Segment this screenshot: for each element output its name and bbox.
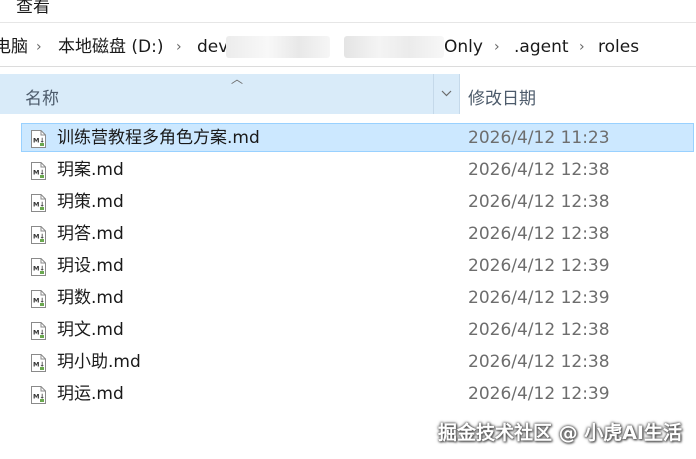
breadcrumb-local-disk[interactable]: 本地磁盘 (D:): [58, 37, 164, 57]
file-modified-date: 2026/4/12 12:39: [468, 384, 610, 404]
breadcrumb-only[interactable]: Only: [444, 37, 483, 57]
chevron-right-icon[interactable]: ›: [579, 37, 585, 57]
file-modified-date: 2026/4/12 12:38: [468, 224, 610, 244]
file-modified-date: 2026/4/12 12:39: [468, 256, 610, 276]
address-bar[interactable]: 电脑 › 本地磁盘 (D:) › dev Only › .agent › rol…: [0, 28, 696, 67]
file-row[interactable]: M↓ 玥答.md 2026/4/12 12:38: [0, 218, 696, 250]
file-modified-date: 2026/4/12 12:38: [468, 320, 610, 340]
column-header-row: 名称 ︿ 修改日期: [0, 72, 696, 114]
file-name: 玥答.md: [57, 224, 124, 244]
file-row[interactable]: M↓ 玥策.md 2026/4/12 12:38: [0, 186, 696, 218]
file-name: 玥文.md: [57, 320, 124, 340]
redacted-region: [344, 36, 444, 58]
sort-ascending-icon: ︿: [231, 72, 244, 86]
breadcrumb-agent[interactable]: .agent: [514, 37, 569, 57]
watermark: 掘金技术社区 @ 小虎AI生活: [437, 422, 682, 444]
markdown-file-icon: M↓: [31, 162, 46, 180]
menu-bar: 查看: [0, 0, 696, 23]
file-name: 玥数.md: [57, 288, 124, 308]
column-header-date-label: 修改日期: [468, 89, 536, 109]
column-header-name[interactable]: 名称 ︿: [0, 72, 460, 114]
chevron-right-icon[interactable]: ›: [494, 37, 500, 57]
markdown-file-icon: M↓: [31, 386, 46, 404]
breadcrumb-dev[interactable]: dev: [197, 37, 228, 57]
file-explorer-window: 查看 电脑 › 本地磁盘 (D:) › dev Only › .agent › …: [0, 0, 696, 459]
file-name: 训练营教程多角色方案.md: [57, 128, 260, 148]
markdown-file-icon: M↓: [31, 226, 46, 244]
chevron-down-icon: [441, 90, 452, 97]
breadcrumb-computer[interactable]: 电脑: [0, 37, 28, 57]
file-row[interactable]: M↓ 玥小助.md 2026/4/12 12:38: [0, 346, 696, 378]
chevron-right-icon[interactable]: ›: [36, 37, 42, 57]
file-row[interactable]: M↓ 玥文.md 2026/4/12 12:38: [0, 314, 696, 346]
file-list: M↓ 训练营教程多角色方案.md 2026/4/12 11:23 M↓ 玥案.md 202…: [0, 122, 696, 410]
markdown-file-icon: M↓: [31, 290, 46, 308]
file-name: 玥案.md: [57, 160, 124, 180]
menu-item-view[interactable]: 查看: [16, 0, 50, 17]
file-row[interactable]: M↓ 玥数.md 2026/4/12 12:39: [0, 282, 696, 314]
column-header-name-label: 名称: [25, 89, 59, 109]
column-filter-dropdown[interactable]: [433, 74, 459, 114]
file-modified-date: 2026/4/12 12:39: [468, 288, 610, 308]
file-modified-date: 2026/4/12 11:23: [468, 128, 610, 148]
markdown-file-icon: M↓: [31, 322, 46, 340]
file-modified-date: 2026/4/12 12:38: [468, 352, 610, 372]
column-header-date[interactable]: 修改日期: [460, 74, 696, 114]
redacted-region: [226, 36, 330, 58]
markdown-file-icon: M↓: [31, 194, 46, 212]
file-name: 玥小助.md: [57, 352, 141, 372]
breadcrumb-roles[interactable]: roles: [598, 37, 639, 57]
file-row[interactable]: M↓ 玥案.md 2026/4/12 12:38: [0, 154, 696, 186]
markdown-file-icon: M↓: [31, 354, 46, 372]
file-name: 玥策.md: [57, 192, 124, 212]
file-name: 玥设.md: [57, 256, 124, 276]
file-row[interactable]: M↓ 训练营教程多角色方案.md 2026/4/12 11:23: [0, 122, 696, 154]
markdown-file-icon: M↓: [31, 130, 46, 148]
file-name: 玥运.md: [57, 384, 124, 404]
file-row[interactable]: M↓ 玥运.md 2026/4/12 12:39: [0, 378, 696, 410]
chevron-right-icon[interactable]: ›: [176, 37, 182, 57]
markdown-file-icon: M↓: [31, 258, 46, 276]
file-modified-date: 2026/4/12 12:38: [468, 192, 610, 212]
file-modified-date: 2026/4/12 12:38: [468, 160, 610, 180]
file-row[interactable]: M↓ 玥设.md 2026/4/12 12:39: [0, 250, 696, 282]
